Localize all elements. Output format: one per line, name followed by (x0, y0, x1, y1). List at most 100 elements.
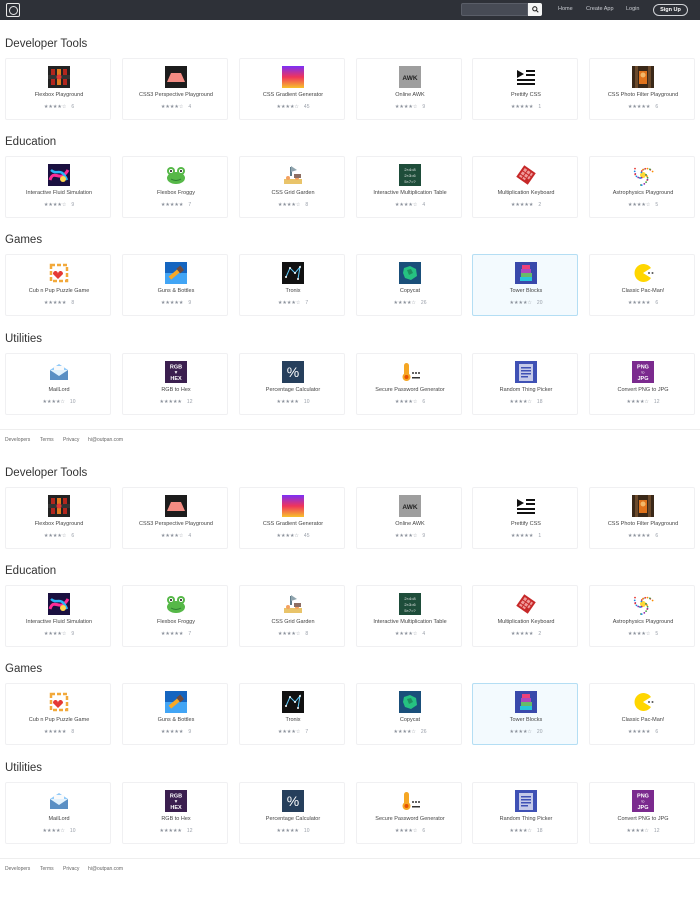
app-name[interactable]: Interactive Fluid Simulation (6, 190, 112, 197)
app-card[interactable]: Classic Pac-Man! ★★★★★ 6 (589, 683, 695, 745)
footer-link-developers[interactable]: Developers (5, 436, 30, 444)
app-card[interactable]: Cub n Pup Puzzle Game ★★★★★ 8 (5, 683, 111, 745)
app-card[interactable]: 2×4=8 2×3=6 5×7=? Interactive Multiplicatio… (356, 156, 462, 218)
app-name[interactable]: Astrophysics Playground (590, 190, 696, 197)
app-card[interactable]: Tronix ★★★★☆ 7 (239, 254, 345, 316)
footer-link-terms[interactable]: Terms (40, 436, 54, 444)
app-name[interactable]: Secure Password Generator (357, 387, 463, 394)
app-card[interactable]: PNG to JPG Convert PNG to JPG ★★★★☆ 12 (589, 353, 695, 415)
app-name[interactable]: Interactive Fluid Simulation (6, 619, 112, 626)
app-name[interactable]: CSS Grid Garden (240, 190, 346, 197)
app-name[interactable]: CSS Grid Garden (240, 619, 346, 626)
app-name[interactable]: Cub n Pup Puzzle Game (6, 288, 112, 295)
app-name[interactable]: Guns & Bottles (123, 717, 229, 724)
app-card[interactable]: Prettify CSS ★★★★★ 1 (472, 487, 578, 549)
app-name[interactable]: Prettify CSS (473, 92, 579, 99)
app-name[interactable]: Flexbox Froggy (123, 190, 229, 197)
app-name[interactable]: Online AWK (357, 521, 463, 528)
footer-link-developers[interactable]: Developers (5, 865, 30, 873)
app-name[interactable]: Cub n Pup Puzzle Game (6, 717, 112, 724)
app-name[interactable]: CSS Gradient Generator (240, 521, 346, 528)
app-card[interactable]: CSS Gradient Generator ★★★★☆ 45 (239, 487, 345, 549)
app-card[interactable]: Guns & Bottles ★★★★★ 9 (122, 683, 228, 745)
app-name[interactable]: Random Thing Picker (473, 387, 579, 394)
app-name[interactable]: CSS Photo Filter Playground (590, 92, 696, 99)
app-card[interactable]: MailLord ★★★★☆ 10 (5, 353, 111, 415)
app-name[interactable]: CSS Gradient Generator (240, 92, 346, 99)
app-card[interactable]: RGB ▼ HEX RGB to Hex ★★★★★ 12 (122, 782, 228, 844)
app-card[interactable]: Guns & Bottles ★★★★★ 9 (122, 254, 228, 316)
app-name[interactable]: Flexbox Playground (6, 521, 112, 528)
app-card[interactable]: CSS Photo Filter Playground ★★★★★ 6 (589, 487, 695, 549)
footer-link-privacy[interactable]: Privacy (63, 865, 79, 873)
app-card[interactable]: Astrophysics Playground ★★★★☆ 5 (589, 585, 695, 647)
app-card[interactable]: Tronix ★★★★☆ 7 (239, 683, 345, 745)
app-name[interactable]: CSS3 Perspective Playground (123, 92, 229, 99)
app-name[interactable]: Copycat (357, 288, 463, 295)
signup-button[interactable]: Sign Up (653, 4, 688, 16)
app-card[interactable]: Multiplication Keyboard ★★★★★ 2 (472, 585, 578, 647)
app-name[interactable]: Tronix (240, 288, 346, 295)
app-card[interactable]: RGB ▼ HEX RGB to Hex ★★★★★ 12 (122, 353, 228, 415)
app-card[interactable]: Flexbox Playground ★★★★☆ 6 (5, 487, 111, 549)
app-card[interactable]: Cub n Pup Puzzle Game ★★★★★ 8 (5, 254, 111, 316)
app-card[interactable]: CSS Photo Filter Playground ★★★★★ 6 (589, 58, 695, 120)
app-name[interactable]: MailLord (6, 387, 112, 394)
app-card[interactable]: PNG to JPG Convert PNG to JPG ★★★★☆ 12 (589, 782, 695, 844)
app-name[interactable]: Astrophysics Playground (590, 619, 696, 626)
app-name[interactable]: Percentage Calculator (240, 816, 346, 823)
app-card[interactable]: CSS Gradient Generator ★★★★☆ 45 (239, 58, 345, 120)
app-name[interactable]: Interactive Multiplication Table (357, 190, 463, 197)
app-name[interactable]: RGB to Hex (123, 816, 229, 823)
nav-home-link[interactable]: Home (558, 5, 573, 14)
app-name[interactable]: Tower Blocks (473, 717, 579, 724)
app-card[interactable]: CSS3 Perspective Playground ★★★★☆ 4 (122, 487, 228, 549)
app-card[interactable]: % Percentage Calculator ★★★★★ 10 (239, 353, 345, 415)
app-card[interactable]: Astrophysics Playground ★★★★☆ 5 (589, 156, 695, 218)
search-button[interactable] (528, 3, 542, 16)
app-card[interactable]: AWK Online AWK ★★★★☆ 9 (356, 487, 462, 549)
app-name[interactable]: Interactive Multiplication Table (357, 619, 463, 626)
app-name[interactable]: CSS3 Perspective Playground (123, 521, 229, 528)
app-name[interactable]: Secure Password Generator (357, 816, 463, 823)
app-name[interactable]: Multiplication Keyboard (473, 619, 579, 626)
app-name[interactable]: Classic Pac-Man! (590, 717, 696, 724)
nav-login-link[interactable]: Login (626, 5, 639, 14)
app-card[interactable]: 2×4=8 2×3=6 5×7=? Interactive Multiplicatio… (356, 585, 462, 647)
app-name[interactable]: CSS Photo Filter Playground (590, 521, 696, 528)
app-card[interactable]: Interactive Fluid Simulation ★★★★☆ 9 (5, 585, 111, 647)
footer-link-privacy[interactable]: Privacy (63, 436, 79, 444)
app-card[interactable]: % Percentage Calculator ★★★★★ 10 (239, 782, 345, 844)
app-card[interactable]: Tower Blocks ★★★★☆ 20 (472, 683, 578, 745)
app-name[interactable]: Multiplication Keyboard (473, 190, 579, 197)
app-card[interactable]: Flexbox Froggy ★★★★★ 7 (122, 156, 228, 218)
app-name[interactable]: Copycat (357, 717, 463, 724)
app-card[interactable]: Copycat ★★★★☆ 26 (356, 254, 462, 316)
app-name[interactable]: Online AWK (357, 92, 463, 99)
app-name[interactable]: MailLord (6, 816, 112, 823)
app-name[interactable]: Convert PNG to JPG (590, 816, 696, 823)
outpan-logo-icon[interactable] (6, 3, 20, 17)
app-card[interactable]: Random Thing Picker ★★★★☆ 18 (472, 782, 578, 844)
app-name[interactable]: Flexbox Froggy (123, 619, 229, 626)
app-card[interactable]: Multiplication Keyboard ★★★★★ 2 (472, 156, 578, 218)
search-input[interactable] (461, 3, 528, 16)
app-name[interactable]: Percentage Calculator (240, 387, 346, 394)
app-name[interactable]: RGB to Hex (123, 387, 229, 394)
app-card[interactable]: Copycat ★★★★☆ 26 (356, 683, 462, 745)
app-card[interactable]: CSS Grid Garden ★★★★☆ 8 (239, 156, 345, 218)
app-name[interactable]: Tronix (240, 717, 346, 724)
app-name[interactable]: Prettify CSS (473, 521, 579, 528)
app-name[interactable]: Flexbox Playground (6, 92, 112, 99)
footer-link-hi-outpan-com[interactable]: hi@outpan.com (88, 436, 123, 444)
app-name[interactable]: Convert PNG to JPG (590, 387, 696, 394)
app-name[interactable]: Tower Blocks (473, 288, 579, 295)
app-card[interactable]: Random Thing Picker ★★★★☆ 18 (472, 353, 578, 415)
footer-link-hi-outpan-com[interactable]: hi@outpan.com (88, 865, 123, 873)
app-card[interactable]: Prettify CSS ★★★★★ 1 (472, 58, 578, 120)
app-name[interactable]: Guns & Bottles (123, 288, 229, 295)
app-name[interactable]: Random Thing Picker (473, 816, 579, 823)
app-card[interactable]: Interactive Fluid Simulation ★★★★☆ 9 (5, 156, 111, 218)
app-card[interactable]: Flexbox Playground ★★★★☆ 6 (5, 58, 111, 120)
footer-link-terms[interactable]: Terms (40, 865, 54, 873)
